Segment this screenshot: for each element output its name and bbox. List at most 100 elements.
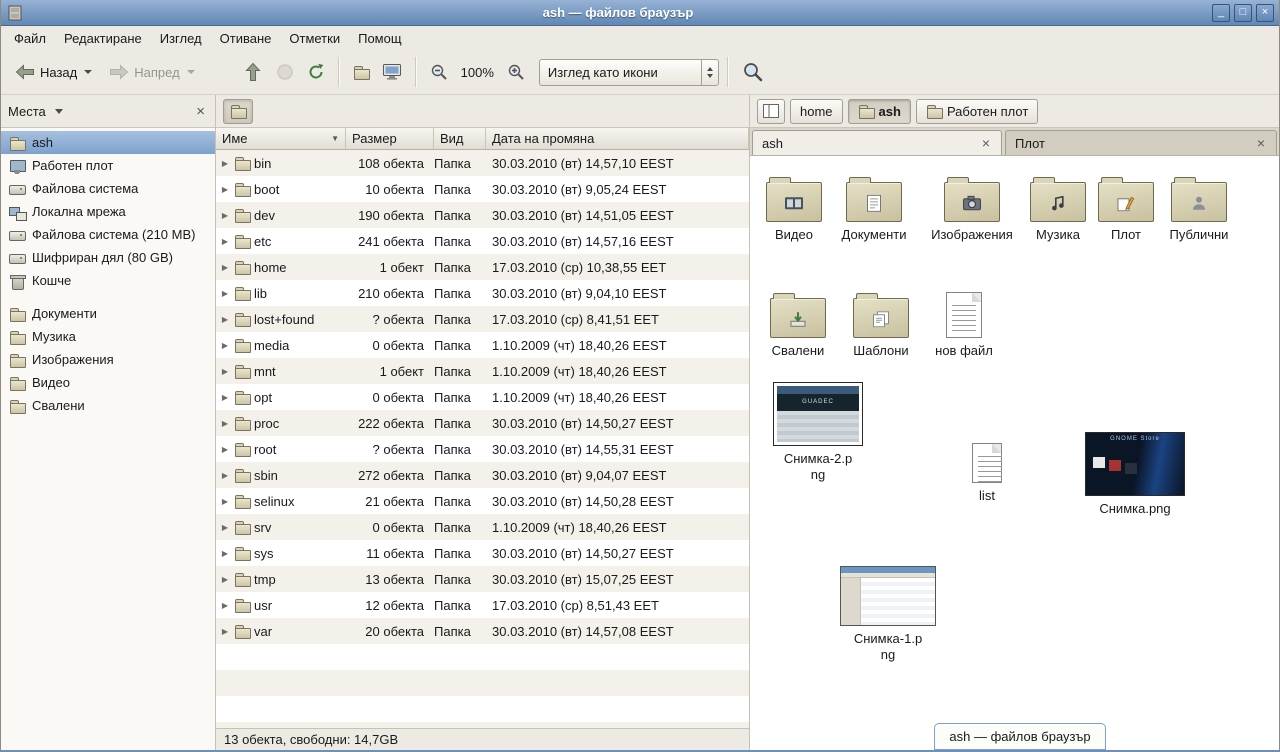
icon-item-new-file[interactable]: нов файл <box>922 286 1006 359</box>
sidebar-item-filesystem[interactable]: Файлова система <box>1 177 215 200</box>
view-mode-spinner[interactable] <box>701 60 718 85</box>
table-row-proc[interactable]: ▶proc222 обектаПапка30.03.2010 (вт) 14,5… <box>216 410 749 436</box>
tree-pane-location-button[interactable] <box>223 99 253 124</box>
expander-icon[interactable]: ▶ <box>216 263 234 272</box>
table-row-dev[interactable]: ▶dev190 обектаПапка30.03.2010 (вт) 14,51… <box>216 202 749 228</box>
expander-icon[interactable]: ▶ <box>216 627 234 636</box>
icon-view[interactable]: Видео Документи Изображения Музика <box>750 156 1279 750</box>
pathbar-button-ash[interactable]: ash <box>848 99 911 124</box>
table-row-opt[interactable]: ▶opt0 обектаПапка1.10.2009 (чт) 18,40,26… <box>216 384 749 410</box>
chevron-down-icon[interactable] <box>55 109 63 114</box>
table-row-var[interactable]: ▶var20 обектаПапка30.03.2010 (вт) 14,57,… <box>216 618 749 644</box>
table-row-bin[interactable]: ▶bin108 обектаПапка30.03.2010 (вт) 14,57… <box>216 150 749 176</box>
computer-button[interactable] <box>377 54 407 90</box>
window-icon[interactable] <box>6 4 24 22</box>
pathbar-button-home[interactable]: home <box>790 99 843 124</box>
zoom-in-button[interactable] <box>502 54 530 90</box>
expander-icon[interactable]: ▶ <box>216 211 234 220</box>
table-row-root[interactable]: ▶root? обектаПапка30.03.2010 (вт) 14,55,… <box>216 436 749 462</box>
up-button[interactable] <box>238 54 268 90</box>
icon-item-downloads[interactable]: Свалени <box>756 286 840 359</box>
menu-help[interactable]: Помощ <box>349 28 410 49</box>
expander-icon[interactable]: ▶ <box>216 185 234 194</box>
column-header-type[interactable]: Вид <box>434 128 486 149</box>
minimize-button[interactable]: _ <box>1212 4 1230 22</box>
sidebar-item-downloads[interactable]: Свалени <box>1 394 215 417</box>
tab-plot[interactable]: Плот × <box>1005 130 1277 155</box>
expander-icon[interactable]: ▶ <box>216 497 234 506</box>
sidebar-item-ash[interactable]: ash <box>1 131 215 154</box>
taskbar-window-button[interactable]: ash — файлов браузър <box>934 723 1106 750</box>
icon-item-snimka-1[interactable]: Снимка-1.png <box>840 560 936 663</box>
table-row-lib[interactable]: ▶lib210 обектаПапка30.03.2010 (вт) 9,04,… <box>216 280 749 306</box>
table-row-media[interactable]: ▶media0 обектаПапка1.10.2009 (чт) 18,40,… <box>216 332 749 358</box>
column-header-date[interactable]: Дата на промяна <box>486 128 749 149</box>
maximize-button[interactable]: □ <box>1234 4 1252 22</box>
table-row-sbin[interactable]: ▶sbin272 обектаПапка30.03.2010 (вт) 9,04… <box>216 462 749 488</box>
menu-edit[interactable]: Редактиране <box>55 28 151 49</box>
column-header-name[interactable]: Име▼ <box>216 128 346 149</box>
table-row-tmp[interactable]: ▶tmp13 обектаПапка30.03.2010 (вт) 15,07,… <box>216 566 749 592</box>
table-row-etc[interactable]: ▶etc241 обектаПапка30.03.2010 (вт) 14,57… <box>216 228 749 254</box>
column-header-size[interactable]: Размер <box>346 128 434 149</box>
titlebar[interactable]: ash — файлов браузър _ □ × <box>1 0 1279 26</box>
table-row-boot[interactable]: ▶boot10 обектаПапка30.03.2010 (вт) 9,05,… <box>216 176 749 202</box>
sort-arrow-icon[interactable]: ▼ <box>331 134 339 143</box>
sidebar-item-encrypted-80gb[interactable]: Шифриран дял (80 GB) <box>1 246 215 269</box>
forward-button[interactable]: Напред <box>102 54 201 90</box>
menu-file[interactable]: Файл <box>5 28 55 49</box>
sidebar-title[interactable]: Места <box>8 104 46 119</box>
tab-close-icon[interactable]: × <box>1255 135 1267 151</box>
sidebar-item-music[interactable]: Музика <box>1 325 215 348</box>
back-dropdown-icon[interactable] <box>84 70 92 74</box>
tab-close-icon[interactable]: × <box>980 135 992 151</box>
back-button[interactable]: Назад <box>8 54 99 90</box>
menu-go[interactable]: Отиване <box>211 28 281 49</box>
sidebar-item-documents[interactable]: Документи <box>1 302 215 325</box>
expander-icon[interactable]: ▶ <box>216 367 234 376</box>
icon-item-video[interactable]: Видео <box>752 170 836 243</box>
expander-icon[interactable]: ▶ <box>216 575 234 584</box>
expander-icon[interactable]: ▶ <box>216 341 234 350</box>
pathbar-button-desktop[interactable]: Работен плот <box>916 99 1038 124</box>
icon-item-pictures[interactable]: Изображения <box>930 170 1014 243</box>
expander-icon[interactable]: ▶ <box>216 601 234 610</box>
expander-icon[interactable]: ▶ <box>216 289 234 298</box>
sidebar-item-network[interactable]: Локална мрежа <box>1 200 215 223</box>
icon-item-snimka-2[interactable]: GUADEC Снимка-2.png <box>773 372 863 483</box>
icon-item-list[interactable]: list <box>945 439 1029 504</box>
expander-icon[interactable]: ▶ <box>216 315 234 324</box>
sidebar-item-desktop[interactable]: Работен плот <box>1 154 215 177</box>
sidebar-item-pictures[interactable]: Изображения <box>1 348 215 371</box>
view-mode-select[interactable]: Изглед като икони <box>539 59 719 86</box>
tab-ash[interactable]: ash × <box>752 130 1002 155</box>
menu-view[interactable]: Изглед <box>151 28 211 49</box>
expander-icon[interactable]: ▶ <box>216 471 234 480</box>
expander-icon[interactable]: ▶ <box>216 419 234 428</box>
icon-item-public[interactable]: Публични <box>1157 170 1241 243</box>
table-row-srv[interactable]: ▶srv0 обектаПапка1.10.2009 (чт) 18,40,26… <box>216 514 749 540</box>
close-button[interactable]: × <box>1256 4 1274 22</box>
table-row-home[interactable]: ▶home1 обектПапка17.03.2010 (ср) 10,38,5… <box>216 254 749 280</box>
expander-icon[interactable]: ▶ <box>216 237 234 246</box>
stop-button[interactable] <box>271 54 299 90</box>
sidebar-item-filesystem-210mb[interactable]: Файлова система (210 MB) <box>1 223 215 246</box>
icon-item-templates[interactable]: Шаблони <box>839 286 923 359</box>
table-row-sys[interactable]: ▶sys11 обектаПапка30.03.2010 (вт) 14,50,… <box>216 540 749 566</box>
sidebar-close-icon[interactable]: × <box>193 103 208 120</box>
reload-button[interactable] <box>302 54 330 90</box>
icon-item-desktop-folder[interactable]: Плот <box>1084 170 1168 243</box>
search-button[interactable] <box>737 54 769 90</box>
home-button[interactable] <box>348 54 374 90</box>
table-row-lost-found[interactable]: ▶lost+found? обектаПапка17.03.2010 (ср) … <box>216 306 749 332</box>
sidebar-item-video[interactable]: Видео <box>1 371 215 394</box>
pathbar-pane-button[interactable] <box>757 99 785 124</box>
table-row-selinux[interactable]: ▶selinux21 обектаПапка30.03.2010 (вт) 14… <box>216 488 749 514</box>
expander-icon[interactable]: ▶ <box>216 445 234 454</box>
expander-icon[interactable]: ▶ <box>216 159 234 168</box>
icon-item-snimka[interactable]: GNOME Store Снимка.png <box>1084 426 1186 517</box>
sidebar-item-trash[interactable]: Кошче <box>1 269 215 292</box>
table-row-mnt[interactable]: ▶mnt1 обектПапка1.10.2009 (чт) 18,40,26 … <box>216 358 749 384</box>
zoom-out-button[interactable] <box>425 54 453 90</box>
expander-icon[interactable]: ▶ <box>216 523 234 532</box>
